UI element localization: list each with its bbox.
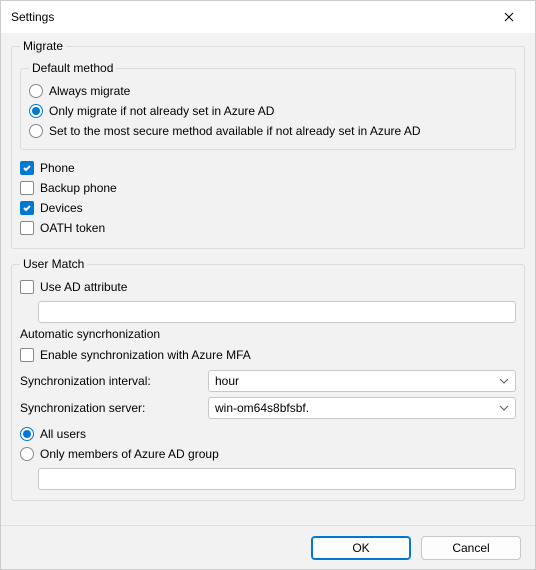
sync-section: Automatic syncrhonization Enable synchro… bbox=[20, 327, 516, 490]
checkbox-icon bbox=[20, 221, 34, 235]
radio-label: Always migrate bbox=[49, 84, 130, 98]
radio-most-secure[interactable]: Set to the most secure method available … bbox=[29, 121, 507, 141]
checkbox-backup-phone[interactable]: Backup phone bbox=[20, 178, 516, 198]
migrate-group: Migrate Default method Always migrate On… bbox=[11, 39, 525, 249]
checkbox-label: Backup phone bbox=[40, 181, 117, 195]
radio-label: Set to the most secure method available … bbox=[49, 124, 421, 138]
chevron-down-icon bbox=[499, 403, 509, 413]
checkbox-label: Use AD attribute bbox=[40, 280, 127, 294]
checkbox-use-ad-attribute[interactable]: Use AD attribute bbox=[20, 277, 516, 297]
dialog-footer: OK Cancel bbox=[1, 525, 535, 569]
cancel-button[interactable]: Cancel bbox=[421, 536, 521, 560]
group-name-input[interactable] bbox=[38, 468, 516, 490]
select-value: hour bbox=[215, 374, 499, 388]
radio-icon bbox=[20, 447, 34, 461]
sync-title: Automatic syncrhonization bbox=[20, 327, 516, 341]
client-area: Migrate Default method Always migrate On… bbox=[1, 33, 535, 525]
radio-label: Only migrate if not already set in Azure… bbox=[49, 104, 274, 118]
sync-server-row: Synchronization server: win-om64s8bfsbf. bbox=[20, 397, 516, 419]
radio-label: Only members of Azure AD group bbox=[40, 447, 219, 461]
ok-button[interactable]: OK bbox=[311, 536, 411, 560]
radio-only-if-not-set[interactable]: Only migrate if not already set in Azure… bbox=[29, 101, 507, 121]
radio-always-migrate[interactable]: Always migrate bbox=[29, 81, 507, 101]
window-title: Settings bbox=[11, 10, 487, 24]
checkbox-phone[interactable]: Phone bbox=[20, 158, 516, 178]
close-icon bbox=[504, 12, 514, 22]
sync-interval-row: Synchronization interval: hour bbox=[20, 370, 516, 392]
checkbox-label: Devices bbox=[40, 201, 83, 215]
radio-only-group[interactable]: Only members of Azure AD group bbox=[20, 444, 516, 464]
close-button[interactable] bbox=[487, 3, 531, 31]
chevron-down-icon bbox=[499, 376, 509, 386]
button-label: OK bbox=[352, 541, 369, 555]
radio-all-users[interactable]: All users bbox=[20, 424, 516, 444]
radio-label: All users bbox=[40, 427, 86, 441]
default-method-group: Default method Always migrate Only migra… bbox=[20, 61, 516, 150]
user-match-legend: User Match bbox=[20, 257, 87, 271]
radio-icon bbox=[20, 427, 34, 441]
sync-server-label: Synchronization server: bbox=[20, 401, 200, 415]
radio-icon bbox=[29, 104, 43, 118]
checkbox-icon bbox=[20, 181, 34, 195]
radio-icon bbox=[29, 84, 43, 98]
checkbox-icon bbox=[20, 348, 34, 362]
migrate-legend: Migrate bbox=[20, 39, 66, 53]
sync-interval-select[interactable]: hour bbox=[208, 370, 516, 392]
checkbox-label: OATH token bbox=[40, 221, 105, 235]
ad-attribute-input[interactable] bbox=[38, 301, 516, 323]
checkbox-devices[interactable]: Devices bbox=[20, 198, 516, 218]
sync-interval-label: Synchronization interval: bbox=[20, 374, 200, 388]
button-label: Cancel bbox=[452, 541, 489, 555]
checkbox-label: Enable synchronization with Azure MFA bbox=[40, 348, 251, 362]
checkbox-icon bbox=[20, 161, 34, 175]
select-value: win-om64s8bfsbf. bbox=[215, 401, 499, 415]
checkbox-oath-token[interactable]: OATH token bbox=[20, 218, 516, 238]
settings-window: Settings Migrate Default method Always m… bbox=[0, 0, 536, 570]
titlebar: Settings bbox=[1, 1, 535, 33]
radio-icon bbox=[29, 124, 43, 138]
checkbox-icon bbox=[20, 201, 34, 215]
default-method-legend: Default method bbox=[29, 61, 116, 75]
checkbox-enable-sync[interactable]: Enable synchronization with Azure MFA bbox=[20, 345, 516, 365]
checkbox-label: Phone bbox=[40, 161, 75, 175]
user-match-group: User Match Use AD attribute Automatic sy… bbox=[11, 257, 525, 501]
checkbox-icon bbox=[20, 280, 34, 294]
sync-server-select[interactable]: win-om64s8bfsbf. bbox=[208, 397, 516, 419]
